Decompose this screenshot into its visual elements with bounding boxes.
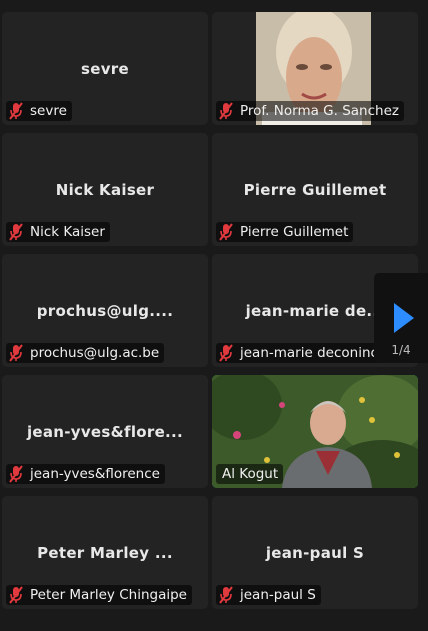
participant-name: prochus@ulg.... bbox=[36, 301, 174, 320]
muted-mic-icon bbox=[9, 223, 23, 241]
muted-mic-icon bbox=[219, 223, 233, 241]
participant-tile-jean-yves[interactable]: jean-yves&flore... jean-yves&florence bbox=[2, 375, 208, 488]
participant-name: jean-paul S bbox=[265, 543, 365, 562]
participant-label-text: jean-yves&florence bbox=[30, 466, 160, 482]
muted-mic-icon bbox=[9, 586, 23, 604]
participant-label-text: Prof. Norma G. Sanchez bbox=[240, 103, 399, 119]
participant-label: Peter Marley Chingaipe bbox=[6, 585, 192, 605]
participant-tile-norma[interactable]: Prof. Norma G. Sanchez bbox=[212, 12, 418, 125]
muted-mic-icon bbox=[219, 102, 233, 120]
participant-label-text: sevre bbox=[30, 103, 67, 119]
participant-label-text: jean-marie deconinck bbox=[240, 345, 386, 361]
participant-label: prochus@ulg.ac.be bbox=[6, 343, 165, 363]
participant-tile-jean-paul[interactable]: jean-paul S jean-paul S bbox=[212, 496, 418, 609]
participant-tile-pierre-guillemet[interactable]: Pierre Guillemet Pierre Guillemet bbox=[212, 133, 418, 246]
participant-name: Nick Kaiser bbox=[55, 180, 155, 199]
participant-label: jean-paul S bbox=[216, 585, 321, 605]
participant-label: sevre bbox=[6, 101, 72, 121]
participant-name: jean-yves&flore... bbox=[26, 422, 184, 441]
participant-label: Pierre Guillemet bbox=[216, 222, 354, 242]
participant-tile-peter-marley[interactable]: Peter Marley ... Peter Marley Chingaipe bbox=[2, 496, 208, 609]
participant-label: Prof. Norma G. Sanchez bbox=[216, 101, 404, 121]
next-page-icon bbox=[394, 303, 414, 333]
participant-name: Pierre Guillemet bbox=[243, 180, 387, 199]
muted-mic-icon bbox=[9, 102, 23, 120]
participant-label: jean-yves&florence bbox=[6, 464, 165, 484]
participant-label-text: Al Kogut bbox=[222, 466, 279, 482]
participant-label-text: prochus@ulg.ac.be bbox=[30, 345, 160, 361]
participant-tile-sevre[interactable]: sevre sevre bbox=[2, 12, 208, 125]
next-page-button[interactable]: 1/4 bbox=[374, 273, 428, 363]
participant-label-text: Peter Marley Chingaipe bbox=[30, 587, 187, 603]
muted-mic-icon bbox=[9, 344, 23, 362]
muted-mic-icon bbox=[9, 465, 23, 483]
participant-name: Peter Marley ... bbox=[37, 543, 173, 562]
participant-tile-prochus[interactable]: prochus@ulg.... prochus@ulg.ac.be bbox=[2, 254, 208, 367]
participant-name: sevre bbox=[81, 59, 129, 78]
participant-label-text: Nick Kaiser bbox=[30, 224, 105, 240]
muted-mic-icon bbox=[219, 586, 233, 604]
participant-tile-al-kogut[interactable]: Al Kogut bbox=[212, 375, 418, 488]
participant-label: jean-marie deconinck bbox=[216, 343, 391, 363]
participant-label: Al Kogut bbox=[216, 464, 284, 484]
page-indicator: 1/4 bbox=[391, 343, 411, 357]
participant-label-text: Pierre Guillemet bbox=[240, 224, 349, 240]
participant-label: Nick Kaiser bbox=[6, 222, 110, 242]
participant-label-text: jean-paul S bbox=[240, 587, 316, 603]
participant-tile-nick-kaiser[interactable]: Nick Kaiser Nick Kaiser bbox=[2, 133, 208, 246]
muted-mic-icon bbox=[219, 344, 233, 362]
